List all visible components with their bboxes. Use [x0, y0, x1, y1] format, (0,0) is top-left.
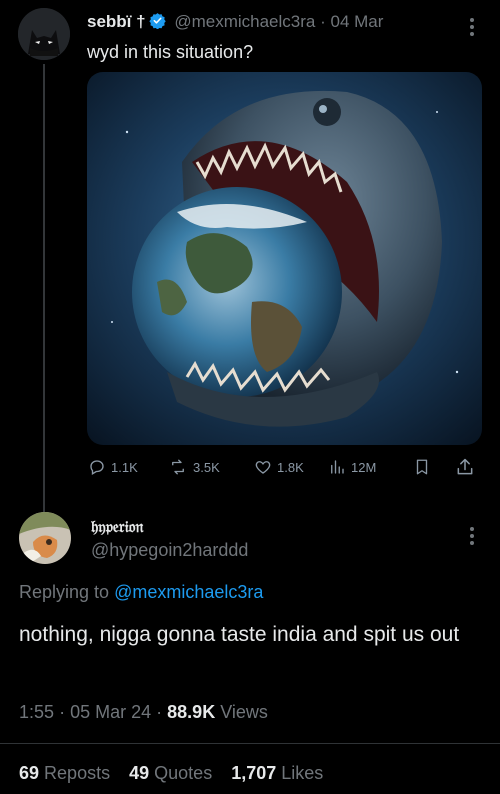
- reply-text: nothing, nigga gonna taste india and spi…: [19, 623, 460, 646]
- analytics-icon: [331, 460, 344, 474]
- verified-badge-icon: [148, 12, 166, 34]
- heart-icon: [255, 461, 271, 474]
- more-options-icon[interactable]: [468, 16, 476, 38]
- handle[interactable]: @mexmichaelc3ra: [174, 12, 315, 31]
- like-action[interactable]: 1.8K: [254, 458, 304, 476]
- like-count: 1.8K: [277, 459, 304, 475]
- share-icon[interactable]: [455, 457, 475, 482]
- reply-display-name[interactable]: 𝔥𝔶𝔭𝔢𝔯𝔦𝔬𝔫: [91, 517, 143, 537]
- reply-more-options-icon[interactable]: [468, 525, 476, 552]
- replying-to: Replying to @mexmichaelc3ra: [19, 582, 263, 603]
- reply-time[interactable]: 1:55: [19, 702, 54, 722]
- reply-views-count: 88.9K: [167, 702, 216, 722]
- likes-stat[interactable]: 1,707 Likes: [231, 763, 323, 783]
- likes-label: Likes: [281, 763, 324, 783]
- quotes-label: Quotes: [154, 763, 213, 783]
- tweet-header: sebbï † @mexmichaelc3ra · 04 Mar: [87, 12, 383, 34]
- reply-meta: 1:55 · 05 Mar 24 · 88.9K Views: [19, 702, 268, 723]
- repost-action[interactable]: 3.5K: [168, 458, 220, 476]
- likes-count: 1,707: [231, 763, 277, 783]
- reply-views-label: Views: [220, 702, 268, 722]
- views-action[interactable]: 12M: [328, 458, 376, 476]
- reply-icon: [90, 460, 104, 475]
- repost-count: 3.5K: [193, 459, 220, 475]
- avatar[interactable]: [18, 8, 70, 60]
- reply-avatar[interactable]: [19, 512, 71, 564]
- thread-line: [43, 64, 45, 522]
- reply-count: 1.1K: [111, 459, 138, 475]
- tweet-text: wyd in this situation?: [87, 42, 254, 62]
- reposts-count: 69: [19, 763, 40, 783]
- tweet-media-image[interactable]: [87, 72, 482, 445]
- replying-to-handle[interactable]: @mexmichaelc3ra: [114, 582, 263, 602]
- reply-action[interactable]: 1.1K: [88, 458, 138, 476]
- reply-date[interactable]: 05 Mar 24: [70, 702, 151, 722]
- divider: [0, 743, 500, 744]
- display-name[interactable]: sebbï †: [87, 12, 146, 31]
- meta-separator-2: ·: [156, 702, 163, 722]
- quotes-count: 49: [129, 763, 150, 783]
- replying-to-label: Replying to: [19, 582, 110, 602]
- bookmark-icon[interactable]: [413, 458, 431, 481]
- reply-stats: 69 Reposts 49 Quotes 1,707 Likes: [19, 763, 323, 784]
- batman-avatar-icon: [18, 8, 70, 60]
- meta-separator: ·: [59, 702, 66, 722]
- views-count: 12M: [351, 459, 377, 475]
- reposts-label: Reposts: [44, 763, 111, 783]
- separator: ·: [320, 12, 326, 31]
- reply-handle[interactable]: @hypegoin2harddd: [91, 540, 248, 561]
- quotes-stat[interactable]: 49 Quotes: [129, 763, 212, 783]
- planet-monster-image: [87, 72, 482, 445]
- timestamp[interactable]: 04 Mar: [331, 12, 384, 31]
- repost-icon: [172, 459, 184, 475]
- reposts-stat[interactable]: 69 Reposts: [19, 763, 110, 783]
- avatar-photo-icon: [19, 512, 71, 564]
